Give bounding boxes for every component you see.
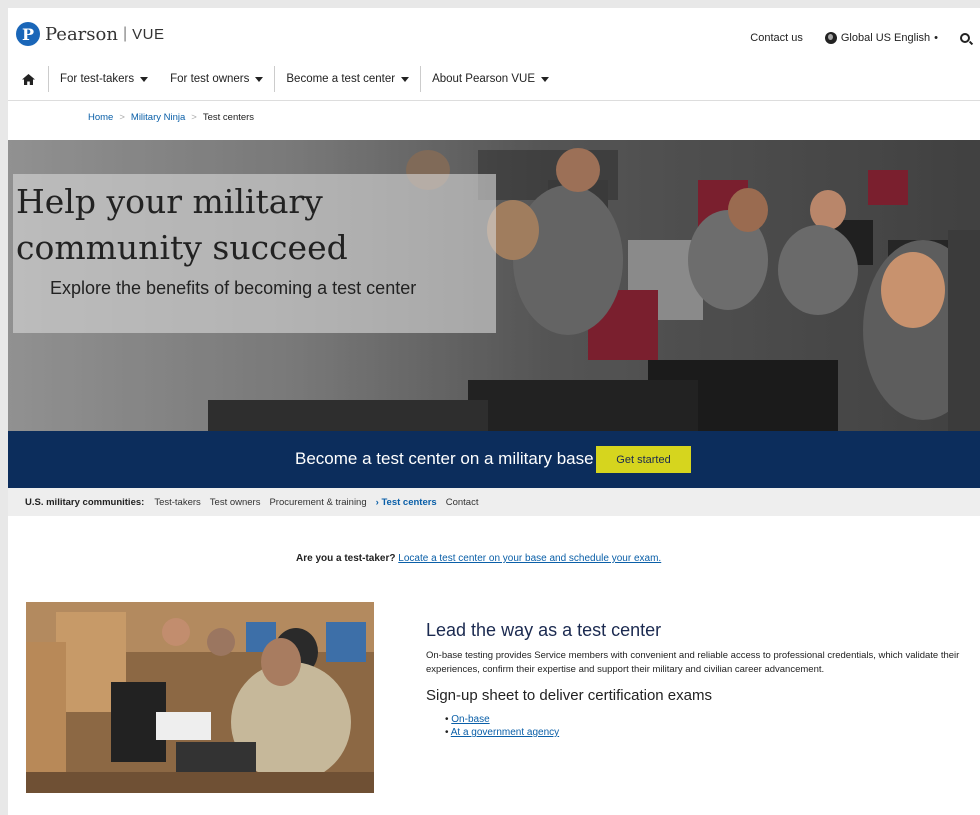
nav-for-test-takers[interactable]: For test-takers bbox=[48, 66, 159, 92]
get-started-button[interactable]: Get started bbox=[596, 446, 691, 473]
logo-product: VUE bbox=[132, 25, 165, 43]
breadcrumb-separator: > bbox=[119, 112, 125, 123]
locate-question: Are you a test-taker? bbox=[296, 553, 396, 564]
nav-about-pearson-vue[interactable]: About Pearson VUE bbox=[420, 66, 560, 92]
nav-label: For test-takers bbox=[60, 73, 135, 85]
language-selector[interactable]: Global US English • bbox=[824, 32, 938, 44]
nav-label: Become a test center bbox=[286, 73, 396, 85]
search-icon[interactable] bbox=[960, 33, 970, 43]
header: P Pearson | VUE Contact us Global US Eng… bbox=[8, 8, 980, 52]
breadcrumb-separator: > bbox=[191, 112, 197, 123]
subnav-test-owners[interactable]: Test owners bbox=[210, 497, 261, 508]
list-item: At a government agency bbox=[445, 726, 966, 739]
nav-label: For test owners bbox=[170, 73, 250, 85]
hero-text-box: Help your military community succeed Exp… bbox=[13, 174, 496, 333]
language-label: Global US English bbox=[840, 32, 931, 44]
caret-down-icon bbox=[255, 76, 264, 82]
section-body: On-base testing provides Service members… bbox=[426, 650, 960, 675]
breadcrumb-home[interactable]: Home bbox=[88, 112, 113, 123]
main-nav: For test-takers For test owners Become a… bbox=[8, 65, 560, 93]
breadcrumb-current: Test centers bbox=[202, 112, 255, 123]
caret-down-icon bbox=[401, 76, 410, 82]
hero-title: Help your military community succeed bbox=[16, 182, 348, 267]
testing-room-photo bbox=[26, 602, 374, 793]
nav-label: About Pearson VUE bbox=[432, 73, 535, 85]
subnav-test-centers[interactable]: › Test centers bbox=[376, 497, 437, 508]
list-item: On-base bbox=[445, 713, 966, 726]
language-caret: • bbox=[934, 32, 938, 44]
hero-subtitle: Explore the benefits of becoming a test … bbox=[50, 278, 417, 298]
locate-prompt: Are you a test-taker? Locate a test cent… bbox=[296, 553, 661, 564]
nav-divider bbox=[8, 100, 980, 101]
subnav-test-takers[interactable]: Test-takers bbox=[154, 497, 200, 508]
subnav-contact[interactable]: Contact bbox=[446, 497, 479, 508]
cta-band: Become a test center on a military base … bbox=[8, 431, 980, 488]
home-icon[interactable] bbox=[8, 73, 48, 85]
nav-for-test-owners[interactable]: For test owners bbox=[159, 66, 274, 92]
government-agency-link[interactable]: At a government agency bbox=[451, 727, 559, 738]
hero-banner: Help your military community succeed Exp… bbox=[8, 140, 980, 431]
subnav-label: U.S. military communities: bbox=[25, 496, 145, 508]
utility-links: Contact us Global US English • bbox=[750, 32, 974, 44]
subnav-procurement-training[interactable]: Procurement & training bbox=[269, 497, 366, 508]
logo-separator: | bbox=[122, 25, 128, 42]
military-subnav: U.S. military communities: Test-takers T… bbox=[8, 488, 980, 516]
signup-links: On-base At a government agency bbox=[426, 713, 966, 739]
pearson-logo-icon: P bbox=[16, 22, 40, 46]
section-heading: Lead the way as a test center bbox=[426, 620, 662, 640]
pearson-vue-logo[interactable]: P Pearson | VUE bbox=[16, 22, 164, 46]
caret-down-icon bbox=[140, 76, 149, 82]
page: P Pearson | VUE Contact us Global US Eng… bbox=[8, 8, 980, 815]
cta-text: Become a test center on a military base bbox=[295, 449, 594, 468]
on-base-link[interactable]: On-base bbox=[451, 714, 489, 725]
breadcrumb: Home > Military Ninja > Test centers bbox=[88, 112, 254, 123]
breadcrumb-military-ninja[interactable]: Military Ninja bbox=[131, 112, 185, 123]
contact-us-link[interactable]: Contact us bbox=[750, 32, 803, 44]
locate-test-center-link[interactable]: Locate a test center on your base and sc… bbox=[398, 553, 661, 564]
content-section: Lead the way as a test center On-base te… bbox=[426, 620, 966, 739]
caret-down-icon bbox=[540, 76, 549, 82]
nav-become-a-test-center[interactable]: Become a test center bbox=[274, 66, 420, 92]
logo-name: Pearson bbox=[45, 23, 118, 45]
signup-heading: Sign-up sheet to deliver certification e… bbox=[426, 687, 712, 704]
globe-icon bbox=[824, 32, 837, 44]
